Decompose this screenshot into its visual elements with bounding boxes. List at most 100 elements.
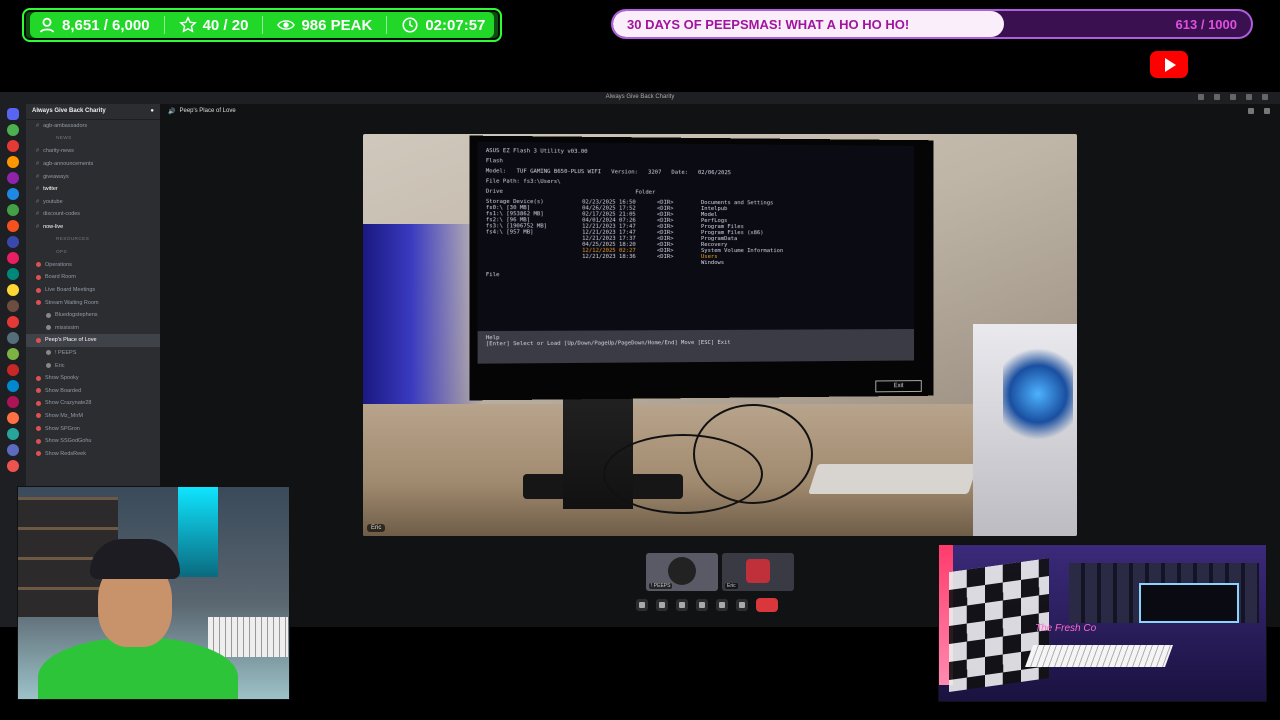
server-icon[interactable] <box>7 204 19 216</box>
channel-label: Eric <box>55 362 65 369</box>
followers-stat: 8,651 / 6,000 <box>38 16 150 34</box>
channel-label: Stream Waiting Room <box>45 299 99 306</box>
avatar <box>46 325 51 331</box>
pc-glow <box>1003 349 1073 439</box>
shared-video[interactable]: ASUS EZ Flash 3 Utility v03.00 Flash Mod… <box>363 134 1077 536</box>
server-icon[interactable] <box>7 460 19 472</box>
channel-item[interactable]: # twitter <box>26 183 160 196</box>
server-icon[interactable] <box>7 300 19 312</box>
server-icon[interactable] <box>7 140 19 152</box>
channel-item[interactable]: Show Spooky <box>26 372 160 385</box>
speaker-icon: 🔊 <box>168 108 176 115</box>
disconnect-button[interactable] <box>756 598 778 612</box>
help-icon[interactable] <box>1214 94 1220 100</box>
followers-value: 8,651 / 6,000 <box>62 16 150 34</box>
voice-user[interactable]: mississim <box>26 322 160 335</box>
channel-item[interactable]: Show RedsReek <box>26 447 160 460</box>
channel-item[interactable]: Stream Waiting Room <box>26 296 160 309</box>
studio-piano <box>1024 645 1174 667</box>
channel-item[interactable]: # agb-announcements <box>26 158 160 171</box>
bios-folder-list[interactable]: Documents and Settings Intelpub Model PerfL… <box>701 200 906 266</box>
more-button[interactable] <box>736 599 748 611</box>
speaker-icon <box>36 337 41 343</box>
voice-user[interactable]: Bluedogstephens <box>26 309 160 322</box>
channel-item[interactable]: # charity-news <box>26 145 160 158</box>
channel-label: Peep's Place of Love <box>45 337 97 344</box>
screen-share-button[interactable] <box>676 599 688 611</box>
channel-item[interactable]: # now-live <box>26 221 160 234</box>
channel-item[interactable]: Board Room <box>26 271 160 284</box>
channel-category[interactable]: NEWS <box>26 133 160 146</box>
screen-share-icon <box>679 602 685 608</box>
bios-exit-button[interactable]: Exit <box>875 380 922 393</box>
server-icon[interactable] <box>7 172 19 184</box>
close-icon[interactable] <box>1262 94 1268 100</box>
server-icon[interactable] <box>7 428 19 440</box>
channel-item[interactable]: Show SSGodGohu <box>26 435 160 448</box>
participant-tile[interactable]: Eric <box>722 553 794 591</box>
voice-user[interactable]: Eric <box>26 359 160 372</box>
channel-item[interactable]: Show Crazynate28 <box>26 397 160 410</box>
channel-label: Show SSGodGohu <box>45 438 92 445</box>
channel-item[interactable]: # giveaways <box>26 170 160 183</box>
hash-icon: # <box>36 161 40 168</box>
server-icon[interactable] <box>7 364 19 376</box>
server-icon[interactable] <box>7 188 19 200</box>
server-icon[interactable] <box>7 396 19 408</box>
avatar <box>46 350 51 356</box>
guild-header[interactable]: Always Give Back Charity ● <box>26 104 160 120</box>
participant-tile[interactable]: ! PEEPS <box>646 553 718 591</box>
server-icon[interactable] <box>7 124 19 136</box>
header-channel-name: Peep's Place of Love <box>179 108 236 114</box>
channel-item[interactable]: Live Board Meetings <box>26 284 160 297</box>
server-icon[interactable] <box>7 412 19 424</box>
server-icon[interactable] <box>7 444 19 456</box>
chat-icon[interactable] <box>1248 108 1254 114</box>
channel-item[interactable]: Peep's Place of Love <box>26 334 160 347</box>
server-icon[interactable] <box>7 380 19 392</box>
inbox-icon[interactable] <box>1198 94 1204 100</box>
server-icon[interactable] <box>7 332 19 344</box>
channel-item[interactable]: # youtube <box>26 196 160 209</box>
channel-label: Operations <box>45 261 72 268</box>
bios-version-value: 3207 <box>648 169 662 176</box>
channel-label: Board Room <box>45 274 76 281</box>
more-icon <box>739 602 745 608</box>
channel-category[interactable]: OPS <box>26 246 160 259</box>
server-icon[interactable] <box>7 236 19 248</box>
channel-item[interactable]: Operations <box>26 259 160 272</box>
server-icon[interactable] <box>7 220 19 232</box>
divider <box>163 16 165 34</box>
bios-drive-list[interactable]: Storage Device(s) fs0:\ [30 MB] fs1:\ [953… <box>486 199 578 266</box>
server-icon[interactable] <box>7 284 19 296</box>
channel-label: NEWS <box>56 136 72 142</box>
bell-icon[interactable]: ● <box>150 108 154 115</box>
participant-tiles: ! PEEPS Eric <box>646 553 794 591</box>
channel-category[interactable]: RESOURCES <box>26 233 160 246</box>
channel-item[interactable]: Show SPGron <box>26 422 160 435</box>
minimize-icon[interactable] <box>1230 94 1236 100</box>
server-icon[interactable] <box>7 316 19 328</box>
neon-sign: The Fresh Co <box>1035 623 1097 634</box>
server-icon[interactable] <box>7 348 19 360</box>
channel-item[interactable]: # agb-ambassadors <box>26 120 160 133</box>
avatar <box>46 363 51 369</box>
bios-help-panel: Help [Enter] Select or Load [Up/Down/Pag… <box>477 328 915 364</box>
channel-item[interactable]: Show Mz_MnM <box>26 410 160 423</box>
channel-item[interactable]: # discount-codes <box>26 208 160 221</box>
maximize-icon[interactable] <box>1246 94 1252 100</box>
hash-icon: # <box>36 198 40 205</box>
mic-button[interactable] <box>636 599 648 611</box>
divider <box>386 16 388 34</box>
home-icon[interactable] <box>7 108 19 120</box>
server-icon[interactable] <box>7 156 19 168</box>
voice-user[interactable]: ! PEEPS <box>26 347 160 360</box>
soundboard-button[interactable] <box>716 599 728 611</box>
activities-button[interactable] <box>696 599 708 611</box>
speaker-icon <box>36 287 41 293</box>
members-icon[interactable] <box>1264 108 1270 114</box>
channel-item[interactable]: Show Boarded <box>26 384 160 397</box>
camera-button[interactable] <box>656 599 668 611</box>
server-icon[interactable] <box>7 268 19 280</box>
server-icon[interactable] <box>7 252 19 264</box>
